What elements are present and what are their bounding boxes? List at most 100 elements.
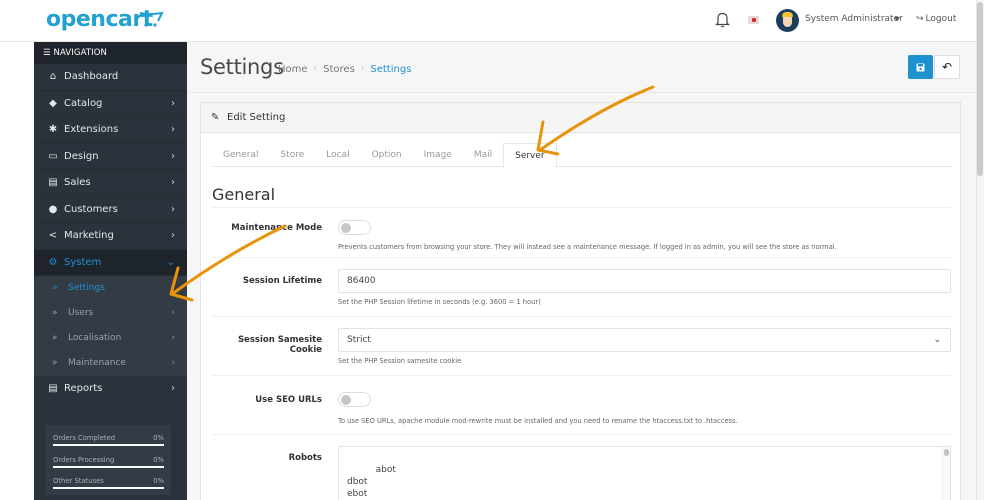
- stat-percent: 0%: [153, 455, 164, 464]
- stat-label: Orders Completed: [53, 434, 116, 442]
- sidebar-subitem-label: Localisation: [68, 333, 122, 343]
- sidebar-subitem-maintenance[interactable]: » Maintenance ›: [34, 351, 187, 376]
- sidebar-item-reports[interactable]: ▤ Reports ›: [34, 376, 187, 403]
- robots-value: abot dbot ebot hbot: [347, 465, 396, 499]
- divider: [187, 92, 976, 93]
- monitor-icon: ▭: [48, 150, 58, 162]
- sidebar-item-catalog[interactable]: ◆ Catalog ›: [34, 91, 187, 117]
- sidebar-item-extensions[interactable]: ✱ Extensions ›: [34, 117, 187, 144]
- stat-orders-processing: Orders Processing 0%: [52, 453, 165, 475]
- floppy-disk-icon: [916, 63, 925, 71]
- breadcrumb-separator-icon: ›: [360, 64, 365, 74]
- chevron-right-icon: ›: [171, 383, 175, 394]
- tab-mail[interactable]: Mail: [463, 143, 503, 167]
- session-samesite-label: Session Samesite Cookie: [237, 335, 322, 355]
- tab-option[interactable]: Option: [361, 143, 413, 167]
- back-button[interactable]: ↶: [934, 55, 960, 79]
- seo-urls-toggle[interactable]: [338, 392, 371, 407]
- sidebar-subitem-label: Settings: [68, 283, 105, 293]
- seo-urls-help: To use SEO URLs, apache module mod-rewri…: [338, 417, 738, 425]
- logout-link[interactable]: ↪ Logout: [916, 14, 956, 24]
- form-row-session-samesite: Session Samesite Cookie Strict ⌄ Set the…: [212, 318, 951, 376]
- sign-out-icon: ↪: [916, 14, 924, 24]
- tab-general[interactable]: General: [212, 143, 269, 167]
- form-row-maintenance-mode: Maintenance Mode Prevents customers from…: [212, 208, 951, 258]
- user-menu-toggle[interactable]: System Administrator: [805, 14, 903, 24]
- stat-orders-completed: Orders Completed 0%: [52, 431, 165, 453]
- caret-down-icon[interactable]: [894, 17, 900, 21]
- stat-other-statuses: Other Statuses 0%: [52, 474, 165, 496]
- sidebar-item-sales[interactable]: ▤ Sales ›: [34, 170, 187, 197]
- hamburger-icon: ☰: [43, 48, 51, 58]
- cart-logo-icon: [139, 11, 164, 27]
- sidebar-item-label: Design: [64, 150, 99, 162]
- edit-setting-card: ✎ Edit Setting General Store Local Optio…: [200, 102, 961, 500]
- tab-server[interactable]: Server: [503, 143, 557, 168]
- logout-label: Logout: [925, 14, 957, 24]
- navigation-heading[interactable]: ☰ NAVIGATION: [34, 42, 187, 64]
- session-lifetime-label: Session Lifetime: [242, 276, 322, 286]
- double-chevron-right-icon: »: [52, 308, 58, 318]
- form-row-session-lifetime: Session Lifetime 86400 Set the PHP Sessi…: [212, 259, 951, 317]
- maintenance-mode-toggle[interactable]: [338, 220, 371, 235]
- sidebar-subitem-users[interactable]: » Users ›: [34, 301, 187, 326]
- sidebar-item-label: Extensions: [64, 124, 119, 135]
- breadcrumb-home[interactable]: Home: [278, 64, 308, 75]
- chevron-right-icon: ›: [171, 150, 175, 162]
- page-scrollbar-thumb[interactable]: [977, 2, 983, 176]
- card-title: Edit Setting: [227, 112, 286, 123]
- breadcrumb-separator-icon: ›: [313, 64, 318, 74]
- tag-icon: ◆: [49, 97, 57, 109]
- gear-icon: ⚙: [48, 256, 58, 268]
- seo-urls-label: Use SEO URLs: [255, 395, 322, 405]
- sidebar-item-label: Sales: [64, 177, 91, 188]
- sidebar-item-marketing[interactable]: < Marketing ›: [34, 223, 187, 250]
- tab-image[interactable]: Image: [413, 143, 463, 167]
- form-row-robots: Robots abot dbot ebot hbot: [212, 436, 951, 500]
- window-margin: [984, 0, 1000, 500]
- session-samesite-select[interactable]: Strict ⌄: [338, 328, 951, 352]
- tab-store[interactable]: Store: [269, 143, 315, 167]
- opencart-admin-page: opencart System Administrator ↪ Logout ☰ …: [0, 0, 1000, 500]
- system-submenu: » Settings » Users › » Localisation › » …: [34, 276, 187, 376]
- sidebar-item-label: Customers: [64, 203, 118, 215]
- user-avatar[interactable]: [776, 9, 799, 32]
- chevron-right-icon: ›: [171, 177, 175, 188]
- stat-progress-bar: [53, 465, 164, 468]
- home-icon: ⌂: [49, 71, 57, 82]
- stat-percent: 0%: [153, 434, 164, 442]
- chevron-right-icon: ›: [171, 333, 175, 343]
- robots-label: Robots: [288, 453, 322, 463]
- robots-textarea[interactable]: abot dbot ebot hbot: [338, 446, 951, 500]
- chevron-down-icon: ⌄: [166, 256, 175, 268]
- sidebar-item-label: Dashboard: [64, 71, 119, 82]
- sidebar-item-system[interactable]: ⚙ System ⌄: [34, 249, 187, 276]
- double-chevron-right-icon: »: [52, 358, 58, 368]
- tab-local[interactable]: Local: [315, 143, 360, 167]
- language-flag-icon[interactable]: [748, 16, 759, 24]
- pencil-icon: ✎: [211, 112, 220, 123]
- sidebar-subitem-localisation[interactable]: » Localisation ›: [34, 326, 187, 351]
- textarea-scrollbar[interactable]: [942, 447, 950, 500]
- session-lifetime-input[interactable]: 86400: [338, 269, 951, 293]
- notification-bell-icon[interactable]: [715, 11, 730, 28]
- session-lifetime-help: Set the PHP Session lifetime in seconds …: [338, 298, 541, 306]
- stat-progress-bar: [53, 444, 164, 446]
- share-icon: <: [48, 230, 58, 241]
- double-chevron-right-icon: »: [52, 333, 58, 343]
- opencart-logo[interactable]: opencart: [46, 7, 153, 32]
- sidebar-item-customers[interactable]: ● Customers ›: [34, 197, 187, 223]
- sidebar-navigation: ☰ NAVIGATION ⌂ Dashboard ◆ Catalog › ✱ E…: [34, 42, 187, 500]
- breadcrumb-settings[interactable]: Settings: [370, 64, 411, 75]
- chevron-right-icon: ›: [171, 230, 175, 241]
- sidebar-subitem-settings[interactable]: » Settings: [34, 276, 187, 301]
- sidebar-item-dashboard[interactable]: ⌂ Dashboard: [34, 64, 187, 91]
- sidebar-item-label: Catalog: [64, 97, 103, 109]
- breadcrumb-stores[interactable]: Stores: [323, 64, 355, 75]
- chevron-right-icon: ›: [171, 124, 175, 135]
- sidebar-item-design[interactable]: ▭ Design ›: [34, 144, 187, 170]
- sidebar-subitem-label: Maintenance: [68, 358, 126, 368]
- section-title: General: [212, 185, 276, 204]
- save-button[interactable]: [908, 55, 933, 79]
- navigation-heading-label: NAVIGATION: [53, 48, 107, 58]
